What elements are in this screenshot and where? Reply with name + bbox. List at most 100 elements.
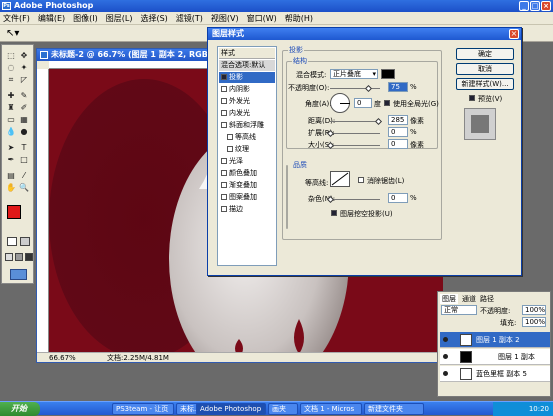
menu-filter[interactable]: 滤镜(T): [176, 13, 203, 24]
gradient-tool-icon[interactable]: ▦: [19, 115, 29, 125]
layer-row[interactable]: 图层 1 副本: [440, 349, 550, 365]
style-blending-options[interactable]: 混合选项:默认: [219, 60, 275, 71]
menu-select[interactable]: 选择(S): [140, 13, 167, 24]
blur-tool-icon[interactable]: 💧: [6, 127, 16, 137]
move-tool-icon[interactable]: ✥: [19, 51, 29, 61]
history-brush-icon[interactable]: ✐: [19, 103, 29, 113]
zoom-tool-icon[interactable]: 🔍: [19, 183, 29, 193]
foreground-color-swatch[interactable]: [7, 205, 21, 219]
menu-help[interactable]: 帮助(H): [285, 13, 313, 24]
jump-to-imageready-icon[interactable]: [10, 269, 27, 280]
style-item-inner-glow[interactable]: 内发光: [219, 108, 275, 119]
noise-input[interactable]: 0: [388, 193, 408, 203]
task-button[interactable]: 文档 1 - Micros: [300, 403, 362, 415]
stamp-tool-icon[interactable]: ♜: [6, 103, 16, 113]
style-item-stroke[interactable]: 描边: [219, 204, 275, 215]
layer-row[interactable]: 蓝色里框 副本 5: [440, 366, 550, 382]
task-button[interactable]: 新建文件夹: [364, 403, 424, 415]
path-select-icon[interactable]: ➤: [6, 143, 16, 153]
angle-input[interactable]: 0: [354, 98, 372, 108]
minimize-button[interactable]: _: [519, 1, 529, 11]
style-item-inner-shadow[interactable]: 内阴影: [219, 84, 275, 95]
new-style-button[interactable]: 新建样式(W)...: [456, 78, 514, 90]
maximize-button[interactable]: □: [530, 1, 540, 11]
close-button[interactable]: ×: [541, 1, 551, 11]
screen-mode-black-icon[interactable]: [25, 253, 33, 261]
knockout-checkbox[interactable]: [331, 210, 337, 216]
spread-slider[interactable]: [330, 133, 380, 134]
healing-brush-icon[interactable]: ✚: [6, 91, 16, 101]
start-button[interactable]: 开始: [0, 402, 40, 416]
style-item-texture[interactable]: 纹理: [219, 144, 275, 155]
layer-blend-select[interactable]: 正常: [441, 305, 477, 315]
pattern-overlay-checkbox[interactable]: [221, 194, 227, 200]
tab-channels[interactable]: 通道: [462, 294, 476, 304]
drop-shadow-checkbox[interactable]: [221, 74, 227, 80]
layer-row[interactable]: 图层 1 副本 2: [440, 332, 550, 348]
size-slider[interactable]: [330, 145, 380, 146]
visibility-eye-icon[interactable]: [443, 354, 448, 359]
style-item-pattern-overlay[interactable]: 图案叠加: [219, 192, 275, 203]
menu-window[interactable]: 窗口(W): [247, 13, 277, 24]
dialog-close-button[interactable]: ×: [509, 29, 519, 39]
layer-fill-input[interactable]: 100%: [522, 317, 546, 327]
texture-checkbox[interactable]: [227, 146, 233, 152]
magic-wand-icon[interactable]: ✦: [19, 63, 29, 73]
eraser-tool-icon[interactable]: ▭: [6, 115, 16, 125]
standard-mode-icon[interactable]: [7, 237, 17, 246]
clock[interactable]: 10:20: [529, 405, 549, 413]
menu-image[interactable]: 图像(I): [73, 13, 98, 24]
pen-tool-icon[interactable]: ✒: [6, 155, 16, 165]
type-tool-icon[interactable]: T: [19, 143, 29, 153]
move-tool-icon[interactable]: ↖▾: [6, 28, 19, 39]
opacity-input[interactable]: 75: [388, 82, 408, 92]
spread-input[interactable]: 0: [388, 127, 408, 137]
quickmask-mode-icon[interactable]: [20, 237, 30, 246]
visibility-eye-icon[interactable]: [443, 337, 448, 342]
eyedropper-icon[interactable]: ⁄: [19, 171, 29, 181]
dialog-title-bar[interactable]: 图层样式: [208, 28, 521, 40]
stroke-checkbox[interactable]: [221, 206, 227, 212]
shadow-color-swatch[interactable]: [381, 69, 395, 79]
inner-shadow-checkbox[interactable]: [221, 86, 227, 92]
satin-checkbox[interactable]: [221, 158, 227, 164]
distance-input[interactable]: 285: [388, 115, 408, 125]
cancel-button[interactable]: 取消: [456, 63, 514, 75]
style-item-gradient-overlay[interactable]: 渐变叠加: [219, 180, 275, 191]
style-item-bevel-emboss[interactable]: 斜面和浮雕: [219, 120, 275, 131]
task-button[interactable]: PS3team - 让页: [112, 403, 174, 415]
size-input[interactable]: 0: [388, 139, 408, 149]
zoom-level[interactable]: 66.67%: [49, 354, 76, 362]
ok-button[interactable]: 确定: [456, 48, 514, 60]
slice-tool-icon[interactable]: ◸: [19, 75, 29, 85]
color-overlay-checkbox[interactable]: [221, 170, 227, 176]
style-item-outer-glow[interactable]: 外发光: [219, 96, 275, 107]
menu-view[interactable]: 视图(V): [211, 13, 239, 24]
bevel-emboss-checkbox[interactable]: [221, 122, 227, 128]
visibility-eye-icon[interactable]: [443, 371, 448, 376]
screen-mode-full-icon[interactable]: [15, 253, 23, 261]
menu-edit[interactable]: 编辑(E): [38, 13, 65, 24]
angle-dial[interactable]: [330, 93, 350, 113]
menu-layer[interactable]: 图层(L): [106, 13, 133, 24]
style-item-satin[interactable]: 光泽: [219, 156, 275, 167]
task-button[interactable]: 画夹: [268, 403, 298, 415]
inner-glow-checkbox[interactable]: [221, 110, 227, 116]
screen-mode-standard-icon[interactable]: [5, 253, 13, 261]
noise-slider[interactable]: [330, 199, 380, 200]
opacity-slider[interactable]: [330, 88, 380, 89]
marquee-tool-icon[interactable]: ⬚: [6, 51, 16, 61]
brush-tool-icon[interactable]: ✎: [19, 91, 29, 101]
shape-tool-icon[interactable]: □: [19, 155, 29, 165]
preview-checkbox[interactable]: [469, 95, 475, 101]
contour-checkbox[interactable]: [227, 134, 233, 140]
contour-picker[interactable]: [330, 171, 350, 187]
notes-tool-icon[interactable]: ▤: [6, 171, 16, 181]
blend-mode-select[interactable]: 正片叠底 ▾: [330, 69, 378, 79]
layer-opacity-input[interactable]: 100%: [522, 305, 546, 315]
antialias-checkbox[interactable]: [358, 177, 364, 183]
tab-paths[interactable]: 路径: [480, 294, 494, 304]
gradient-overlay-checkbox[interactable]: [221, 182, 227, 188]
crop-tool-icon[interactable]: ⌗: [6, 75, 16, 85]
tab-layers[interactable]: 图层: [440, 294, 458, 304]
